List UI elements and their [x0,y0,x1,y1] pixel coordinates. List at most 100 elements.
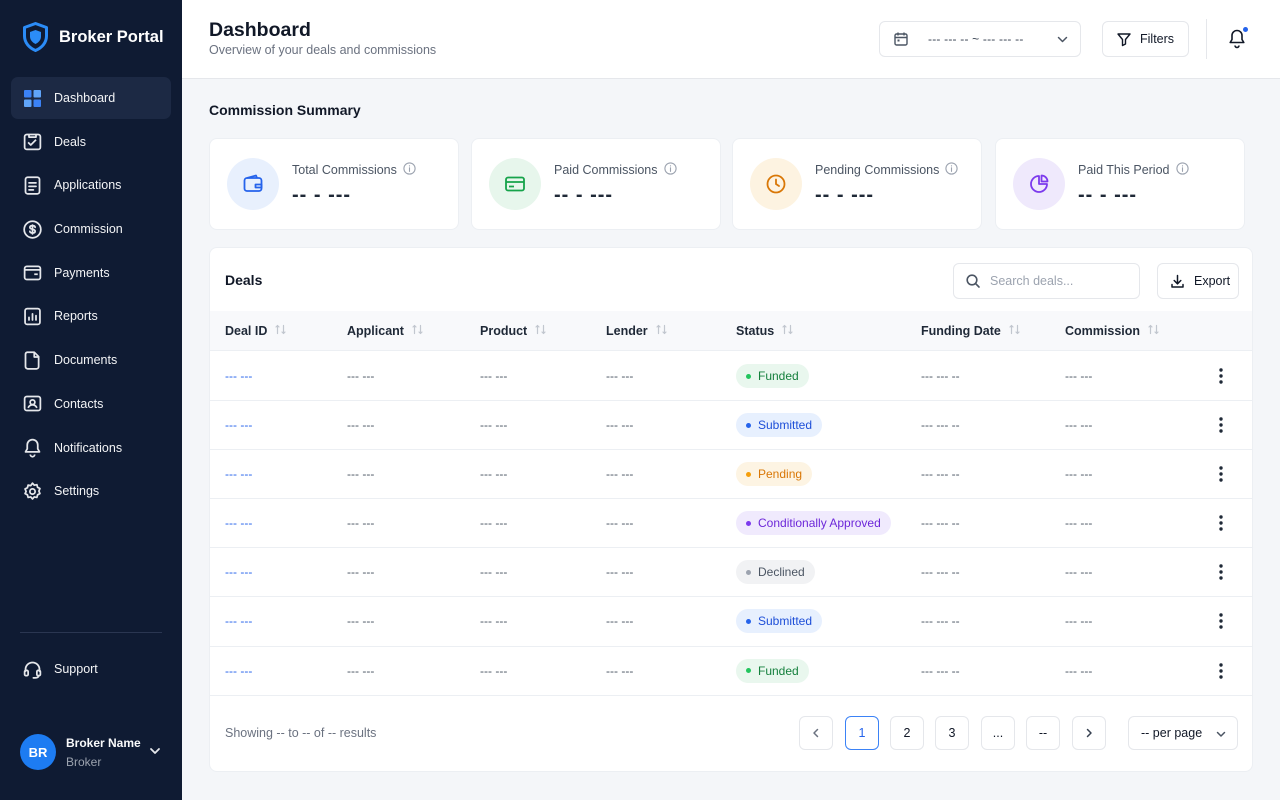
card-label-text: Total Commissions [292,163,397,177]
table-row[interactable]: --- --- --- --- --- --- --- --- Pending --- -… [210,450,1252,500]
info-icon[interactable] [945,162,959,178]
more-actions-icon[interactable] [1213,661,1229,681]
notifications-button[interactable] [1227,27,1248,49]
more-actions-icon[interactable] [1213,513,1229,533]
status-text: Conditionally Approved [758,516,881,531]
card-value: -- - --- [292,184,352,206]
pagination-page-button[interactable]: 3 [935,716,969,750]
column-header-lender[interactable]: Lender [606,311,667,351]
more-actions-icon[interactable] [1213,366,1229,386]
pagination-page-button[interactable]: 1 [845,716,879,750]
deal-id-link[interactable]: --- --- [225,450,252,498]
dollar-badge-icon [22,219,43,240]
credit-card-icon [489,158,541,210]
date-range-picker[interactable]: --- --- -- ~ --- --- -- [879,21,1081,57]
status-badge: Funded [736,364,809,388]
sidebar-item-applications[interactable]: Applications [11,164,171,206]
info-icon[interactable] [1175,162,1189,178]
more-actions-icon[interactable] [1213,464,1229,484]
briefcase-icon [22,131,43,152]
file-icon [22,350,43,371]
column-header-status[interactable]: Status [736,311,793,351]
status-badge: Pending [736,462,813,487]
sort-icon [1148,324,1159,338]
column-header-label: Applicant [347,324,404,338]
pagination-page-button[interactable]: 2 [890,716,924,750]
deals-title: Deals [225,272,263,288]
cell-product: --- --- [480,418,508,433]
sidebar-item-dashboard[interactable]: Dashboard [11,77,171,119]
sidebar-item-settings[interactable]: Settings [11,470,171,512]
cell-product: --- --- [480,516,508,531]
sidebar-item-label: Notifications [54,440,123,455]
info-icon[interactable] [663,162,677,178]
export-button[interactable]: Export [1157,263,1239,299]
more-actions-icon[interactable] [1213,611,1229,631]
headset-icon [22,659,43,680]
column-header-deal-id[interactable]: Deal ID [225,311,286,351]
table-row[interactable]: --- --- --- --- --- --- --- --- Conditionall… [210,499,1252,549]
sort-icon [656,324,667,338]
sidebar-item-deals[interactable]: Deals [11,121,171,163]
deal-id-link[interactable]: --- --- [225,401,252,449]
gear-icon [22,481,43,502]
pagination-page-button[interactable]: -- [1026,716,1060,750]
chevron-left-icon [813,728,819,738]
deal-id-link[interactable]: --- --- [225,647,252,695]
chart-report-icon [22,306,43,327]
table-header: Deal ID Applicant Product Lender Status Fundi… [210,311,1252,351]
status-dot [746,422,751,428]
status-text: Funded [758,663,799,678]
sidebar-item-commission[interactable]: Commission [11,208,171,250]
table-row[interactable]: --- --- --- --- --- --- --- --- Funded --- --… [210,647,1252,696]
user-menu[interactable]: BR Broker Name Broker [20,732,168,772]
more-actions-icon[interactable] [1213,562,1229,582]
notification-dot [1243,27,1248,32]
cell-commission: --- --- [1065,369,1093,383]
summary-card-paid-this-period: Paid This Period -- - --- [995,138,1245,230]
filters-button[interactable]: Filters [1102,21,1189,57]
grid-icon [22,88,43,109]
sort-icon [412,324,423,338]
sidebar-item-contacts[interactable]: Contacts [11,383,171,425]
sidebar-item-documents[interactable]: Documents [11,339,171,381]
shield-logo-icon [22,22,49,52]
more-actions-icon[interactable] [1213,415,1229,435]
column-header-funding-date[interactable]: Funding Date [921,311,1020,351]
search-input[interactable] [990,274,1130,288]
deal-id-link[interactable]: --- --- [225,597,252,645]
card-label: Pending Commissions [815,162,959,178]
pagination-page-button[interactable]: ... [981,716,1015,750]
pagination-prev-button[interactable] [799,716,833,750]
deal-id-link[interactable]: --- --- [225,548,252,596]
cell-date: --- --- -- [921,369,960,383]
table-row[interactable]: --- --- --- --- --- --- --- --- Funded --- --… [210,352,1252,402]
pagination-next-button[interactable] [1072,716,1106,750]
status-dot [746,668,751,674]
wallet-icon [22,262,43,283]
deal-id-link[interactable]: --- --- [225,499,252,547]
column-header-label: Lender [606,324,648,338]
info-icon[interactable] [403,162,416,178]
table-row[interactable]: --- --- --- --- --- --- --- --- Declined --- … [210,548,1252,598]
sidebar-item-reports[interactable]: Reports [11,295,171,337]
top-header: Dashboard Overview of your deals and com… [182,0,1280,79]
column-header-applicant[interactable]: Applicant [347,311,423,351]
pie-chart-icon [1013,158,1065,210]
brand[interactable]: Broker Portal [22,22,164,52]
cell-lender: --- --- [606,516,634,531]
status-text: Declined [758,565,805,580]
sidebar-item-notifications[interactable]: Notifications [11,427,171,469]
per-page-select[interactable]: -- per page [1128,716,1238,750]
brand-name: Broker Portal [59,27,164,46]
cell-product: --- --- [480,614,508,629]
sidebar-item-payments[interactable]: Payments [11,252,171,294]
status-badge: Conditionally Approved [736,511,891,536]
sidebar-item-support[interactable]: Support [11,648,171,690]
column-header-label: Funding Date [921,324,1001,338]
column-header-commission[interactable]: Commission [1065,311,1159,351]
table-row[interactable]: --- --- --- --- --- --- --- --- Submitted ---… [210,401,1252,451]
deal-id-link[interactable]: --- --- [225,352,252,400]
column-header-product[interactable]: Product [480,311,546,351]
table-row[interactable]: --- --- --- --- --- --- --- --- Submitted ---… [210,597,1252,647]
